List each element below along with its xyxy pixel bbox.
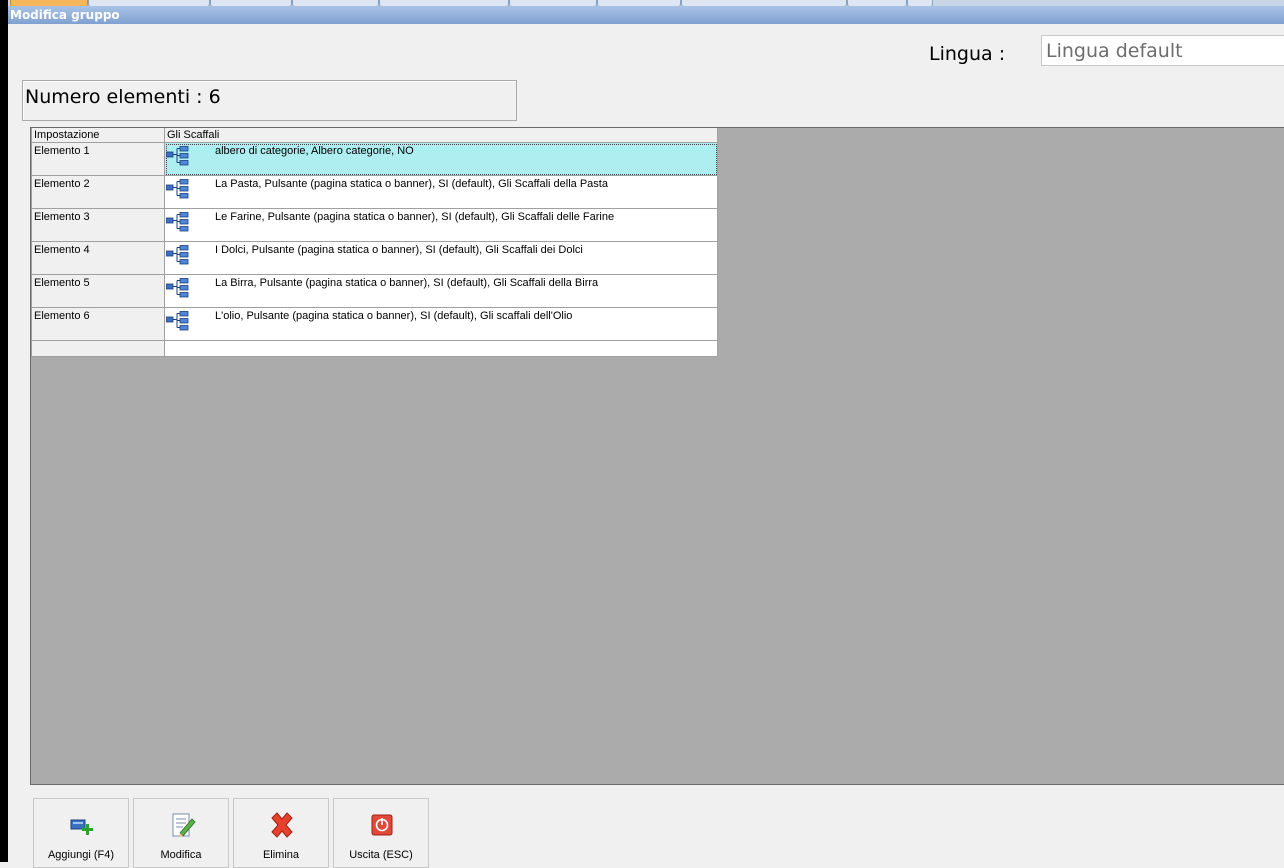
tree-structure-icon [166, 179, 189, 199]
exit-button-label: Uscita (ESC) [349, 849, 413, 861]
column-header-impostazione[interactable]: Impostazione [31, 128, 165, 143]
table-row[interactable]: Elemento 4 I Dolci, Pulsante (pagina sta… [31, 241, 718, 275]
table-row[interactable]: Elemento 2 La Pasta, Pulsante (pagina st… [31, 175, 718, 209]
element-count: Numero elementi : 6 [22, 80, 517, 121]
edit-button[interactable]: Modifica [133, 798, 229, 868]
add-element-icon [70, 819, 93, 835]
row-value-cell[interactable]: I Dolci, Pulsante (pagina statica o bann… [164, 241, 718, 275]
table-row[interactable]: Elemento 1 albero di categorie, Albero c… [31, 142, 718, 176]
row-value-cell[interactable]: La Pasta, Pulsante (pagina statica o ban… [164, 175, 718, 209]
table-row[interactable]: Elemento 6 L'olio, Pulsante (pagina stat… [31, 307, 718, 341]
row-label: Elemento 2 [31, 175, 165, 209]
elements-grid: Impostazione Gli Scaffali Elemento 1 alb [31, 128, 718, 357]
row-value: albero di categorie, Albero categorie, N… [215, 145, 414, 157]
row-label: Elemento 3 [31, 208, 165, 242]
row-value: L'olio, Pulsante (pagina statica o banne… [215, 310, 573, 322]
row-label: Elemento 5 [31, 274, 165, 308]
edit-document-icon [172, 813, 196, 837]
row-label: Elemento 6 [31, 307, 165, 341]
row-value-empty[interactable] [164, 340, 718, 357]
exit-button[interactable]: Uscita (ESC) [333, 798, 429, 868]
left-frame-strip [0, 0, 8, 862]
lingua-label: Lingua : [929, 43, 1006, 65]
tree-structure-icon [166, 212, 189, 232]
power-exit-icon [371, 814, 393, 836]
row-value-cell[interactable]: Le Farine, Pulsante (pagina statica o ba… [164, 208, 718, 242]
column-header-gli-scaffali[interactable]: Gli Scaffali [164, 128, 718, 143]
row-value-cell[interactable]: L'olio, Pulsante (pagina statica o banne… [164, 307, 718, 341]
row-value: I Dolci, Pulsante (pagina statica o bann… [215, 244, 583, 256]
table-row-new[interactable] [31, 340, 718, 357]
edit-button-label: Modifica [160, 849, 202, 861]
delete-button[interactable]: Elimina [233, 798, 329, 868]
tree-structure-icon [166, 278, 189, 298]
delete-button-label: Elimina [262, 849, 300, 861]
table-row[interactable]: Elemento 5 La Birra, Pulsante (pagina st… [31, 274, 718, 308]
row-value: La Pasta, Pulsante (pagina statica o ban… [215, 178, 608, 190]
table-row[interactable]: Elemento 3 Le Farine, Pulsante (pagina s… [31, 208, 718, 242]
row-value-cell[interactable]: albero di categorie, Albero categorie, N… [164, 142, 718, 176]
row-label: Elemento 1 [31, 142, 165, 176]
row-label-empty [31, 340, 165, 357]
row-value-cell[interactable]: La Birra, Pulsante (pagina statica o ban… [164, 274, 718, 308]
window-title: Modifica gruppo [8, 6, 1284, 24]
add-button-label: Aggiungi (F4) [47, 849, 115, 861]
tree-structure-icon [166, 245, 189, 265]
add-button[interactable]: Aggiungi (F4) [33, 798, 129, 868]
lingua-select[interactable] [1041, 35, 1284, 66]
delete-x-icon [271, 812, 293, 838]
row-label: Elemento 4 [31, 241, 165, 275]
row-value: La Birra, Pulsante (pagina statica o ban… [215, 277, 599, 289]
tree-structure-icon [166, 146, 189, 166]
row-value: Le Farine, Pulsante (pagina statica o ba… [215, 211, 615, 223]
tree-structure-icon [166, 311, 189, 331]
